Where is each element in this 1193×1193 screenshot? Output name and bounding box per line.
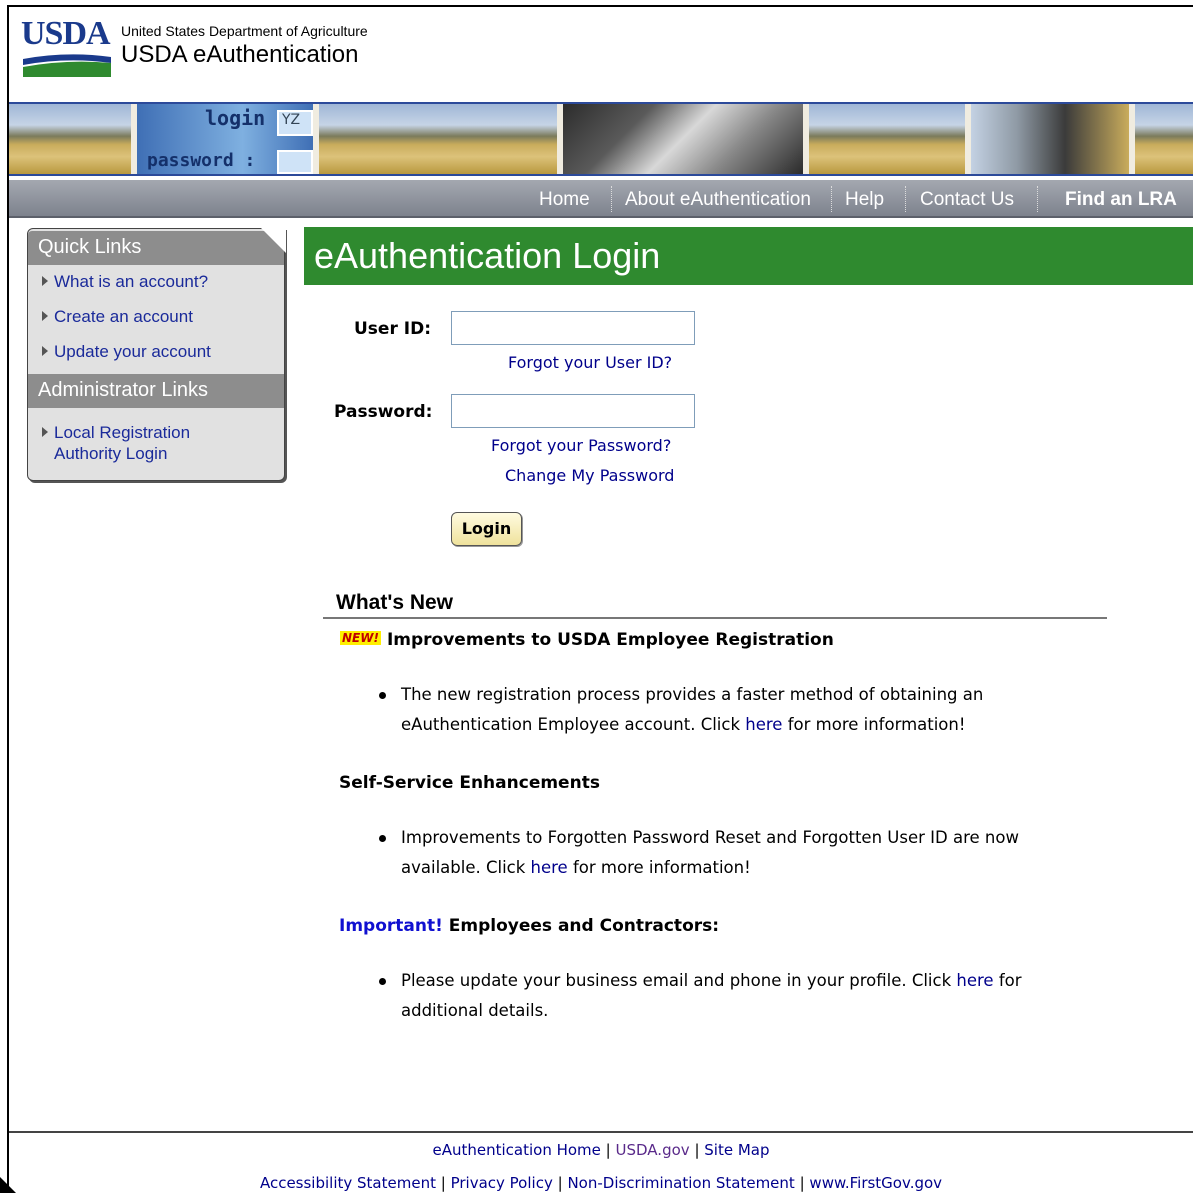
footer-row-2: Accessibility Statement | Privacy Policy… [9,1174,1193,1192]
new-badge: NEW! [340,631,381,645]
footer-separator: | [557,1174,563,1192]
page-frame: USDA United States Department of Agricul… [7,5,1193,1193]
banner-password-box [277,150,313,174]
forgot-password-link[interactable]: Forgot your Password? [491,436,671,455]
news-item-1-line2: eAuthentication Employee account. Click [401,715,746,734]
sidebar-item-label: What is an account? [54,272,209,291]
site-header: USDA United States Department of Agricul… [9,7,1193,102]
footer-divider [9,1131,1193,1133]
bullet-icon [379,835,391,843]
news-item-2-heading: Self-Service Enhancements [339,773,600,793]
banner-divider [557,104,563,174]
password-label: Password: [334,402,433,422]
news-item-1-here-link[interactable]: here [745,715,782,734]
nav-divider [611,186,612,212]
banner-divider [313,104,319,174]
news-item-2-line1: Improvements to Forgotten Password Reset… [401,828,1019,847]
sidebar-item-lra-login[interactable]: Local Registration Authority Login [42,422,190,464]
news-item-3-line1: Please update your business email and ph… [401,971,957,990]
footer-firstgov-link[interactable]: www.FirstGov.gov [809,1174,942,1192]
footer-non-discrimination-link[interactable]: Non-Discrimination Statement [567,1174,794,1192]
banner-login-photo: login : password : YZ [137,104,313,174]
nav-find-lra[interactable]: Find an LRA [1065,189,1177,211]
admin-links-heading: Administrator Links [28,374,284,408]
change-password-link[interactable]: Change My Password [505,466,674,485]
sidebar-item-create-account[interactable]: Create an account [42,306,193,327]
whats-new-heading: What's New [336,591,454,614]
quick-links-heading: Quick Links [28,231,284,265]
nav-home[interactable]: Home [539,189,590,211]
whats-new-divider [323,617,1107,619]
news-item-1-text: The new registration process provides a … [401,680,983,740]
nav-help[interactable]: Help [845,189,884,211]
news-item-1-line2-end: for more information! [782,715,966,734]
footer-eauth-home-link[interactable]: eAuthentication Home [432,1141,600,1159]
nav-about[interactable]: About eAuthentication [625,189,811,211]
news-item-2-line2-end: for more information! [567,858,751,877]
footer-row-1: eAuthentication Home | USDA.gov | Site M… [9,1141,1193,1159]
news-item-3-heading: Important! Employees and Contractors: [339,916,719,936]
photo-banner: login : password : YZ [9,102,1193,176]
sidebar-item-update-account[interactable]: Update your account [42,341,211,362]
nav-divider [1037,186,1038,212]
banner-computer-photo [969,104,1129,174]
footer-usda-gov-link[interactable]: USDA.gov [616,1141,690,1159]
banner-divider [965,104,971,174]
banner-divider [131,104,137,174]
triangle-right-icon [42,276,48,286]
page-title: eAuthentication Login [304,227,1193,285]
user-id-label: User ID: [354,319,431,339]
bullet-icon [379,692,391,700]
nav-divider [905,186,906,212]
banner-login-box: YZ [277,110,313,136]
usda-logo-swoosh-icon [23,54,111,77]
banner-keyboard-photo [561,104,803,174]
news-item-3-title: Employees and Contractors: [442,916,720,936]
sidebar-item-label: Local Registration [54,423,191,442]
banner-password-word: password : [147,150,256,171]
sidebar-item-label: Update your account [54,342,211,361]
news-item-2-here-link[interactable]: here [531,858,568,877]
footer-privacy-link[interactable]: Privacy Policy [451,1174,553,1192]
usda-logo[interactable]: USDA [21,15,113,77]
footer-separator: | [799,1174,805,1192]
user-id-input[interactable] [451,311,695,345]
sidebar: Quick Links What is an account? Create a… [27,227,286,481]
news-item-3-line1-end: for [993,971,1022,990]
nav-contact[interactable]: Contact Us [920,189,1014,211]
news-item-1-title: Improvements to USDA Employee Registrati… [386,630,834,650]
footer-separator: | [694,1141,700,1159]
usda-logo-text: USDA [21,15,111,52]
important-label: Important! [339,916,443,936]
triangle-right-icon [42,427,48,437]
footer-site-map-link[interactable]: Site Map [704,1141,769,1159]
news-item-3-here-link[interactable]: here [956,971,993,990]
news-item-3-line2: additional details. [401,1001,549,1020]
banner-divider [1129,104,1135,174]
news-item-2-line2: available. Click [401,858,531,877]
news-item-1-line1: The new registration process provides a … [401,685,984,704]
forgot-user-id-link[interactable]: Forgot your User ID? [508,353,672,372]
password-input[interactable] [451,394,695,428]
news-item-2-text: Improvements to Forgotten Password Reset… [401,823,1019,883]
banner-divider [803,104,809,174]
login-button[interactable]: Login [451,512,522,546]
nav-divider [831,186,832,212]
corner-resize-icon [0,1177,16,1193]
sidebar-item-label: Authority Login [54,444,168,463]
triangle-right-icon [42,311,48,321]
footer-separator: | [440,1174,446,1192]
news-item-3-text: Please update your business email and ph… [401,966,1022,1026]
department-name: United States Department of Agriculture [121,23,368,39]
triangle-right-icon [42,346,48,356]
sidebar-item-label: Create an account [54,307,193,326]
top-nav: Home About eAuthentication Help Contact … [9,180,1193,218]
footer-separator: | [605,1141,611,1159]
news-item-1-heading: NEW! Improvements to USDA Employee Regist… [340,630,834,650]
bullet-icon [379,978,391,986]
app-name: USDA eAuthentication [121,41,359,68]
footer-accessibility-link[interactable]: Accessibility Statement [260,1174,436,1192]
sidebar-item-what-is-account[interactable]: What is an account? [42,271,208,292]
